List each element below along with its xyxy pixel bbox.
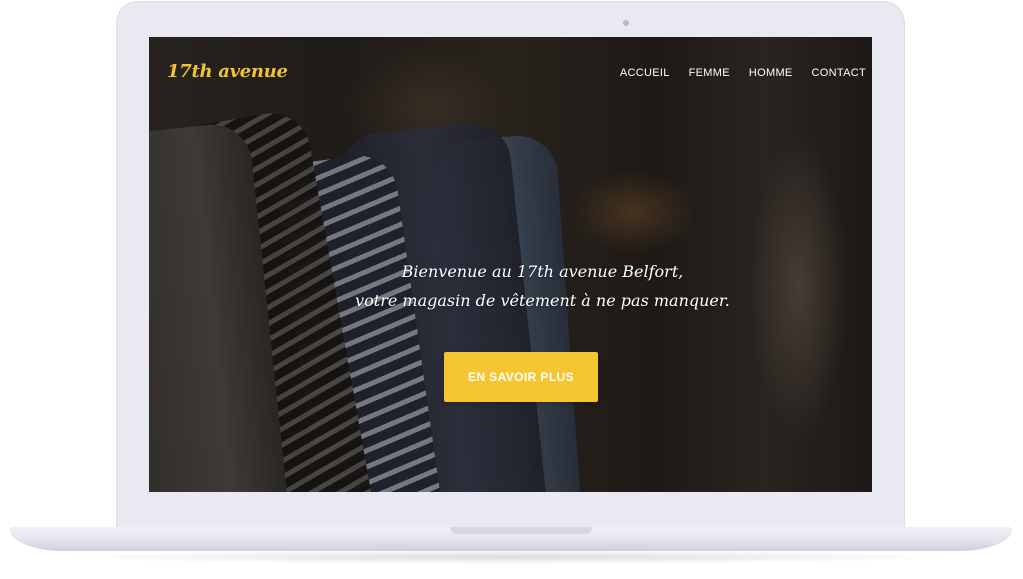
laptop-shadow <box>60 550 960 564</box>
site-logo[interactable]: 17th avenue <box>167 61 288 82</box>
hero-welcome-line: Bienvenue au 17th avenue Belfort, <box>401 262 684 281</box>
camera-icon <box>623 20 629 26</box>
hero-text: Bienvenue au 17th avenue Belfort, votre … <box>149 257 872 315</box>
nav-link-homme[interactable]: HOMME <box>749 67 793 79</box>
hero-tagline: votre magasin de vêtement à ne pas manqu… <box>355 291 730 310</box>
laptop-notch <box>450 527 592 534</box>
main-nav: ACCUEIL FEMME HOMME CONTACT <box>620 67 866 79</box>
nav-link-contact[interactable]: CONTACT <box>812 67 866 79</box>
laptop-base <box>10 527 1012 551</box>
nav-link-accueil[interactable]: ACCUEIL <box>620 67 670 79</box>
laptop-mockup: 17th avenue ACCUEIL FEMME HOMME CONTACT … <box>0 0 1023 579</box>
en-savoir-plus-button[interactable]: EN SAVOIR PLUS <box>444 352 598 402</box>
website-screen: 17th avenue ACCUEIL FEMME HOMME CONTACT … <box>149 37 872 492</box>
nav-link-femme[interactable]: FEMME <box>689 67 730 79</box>
